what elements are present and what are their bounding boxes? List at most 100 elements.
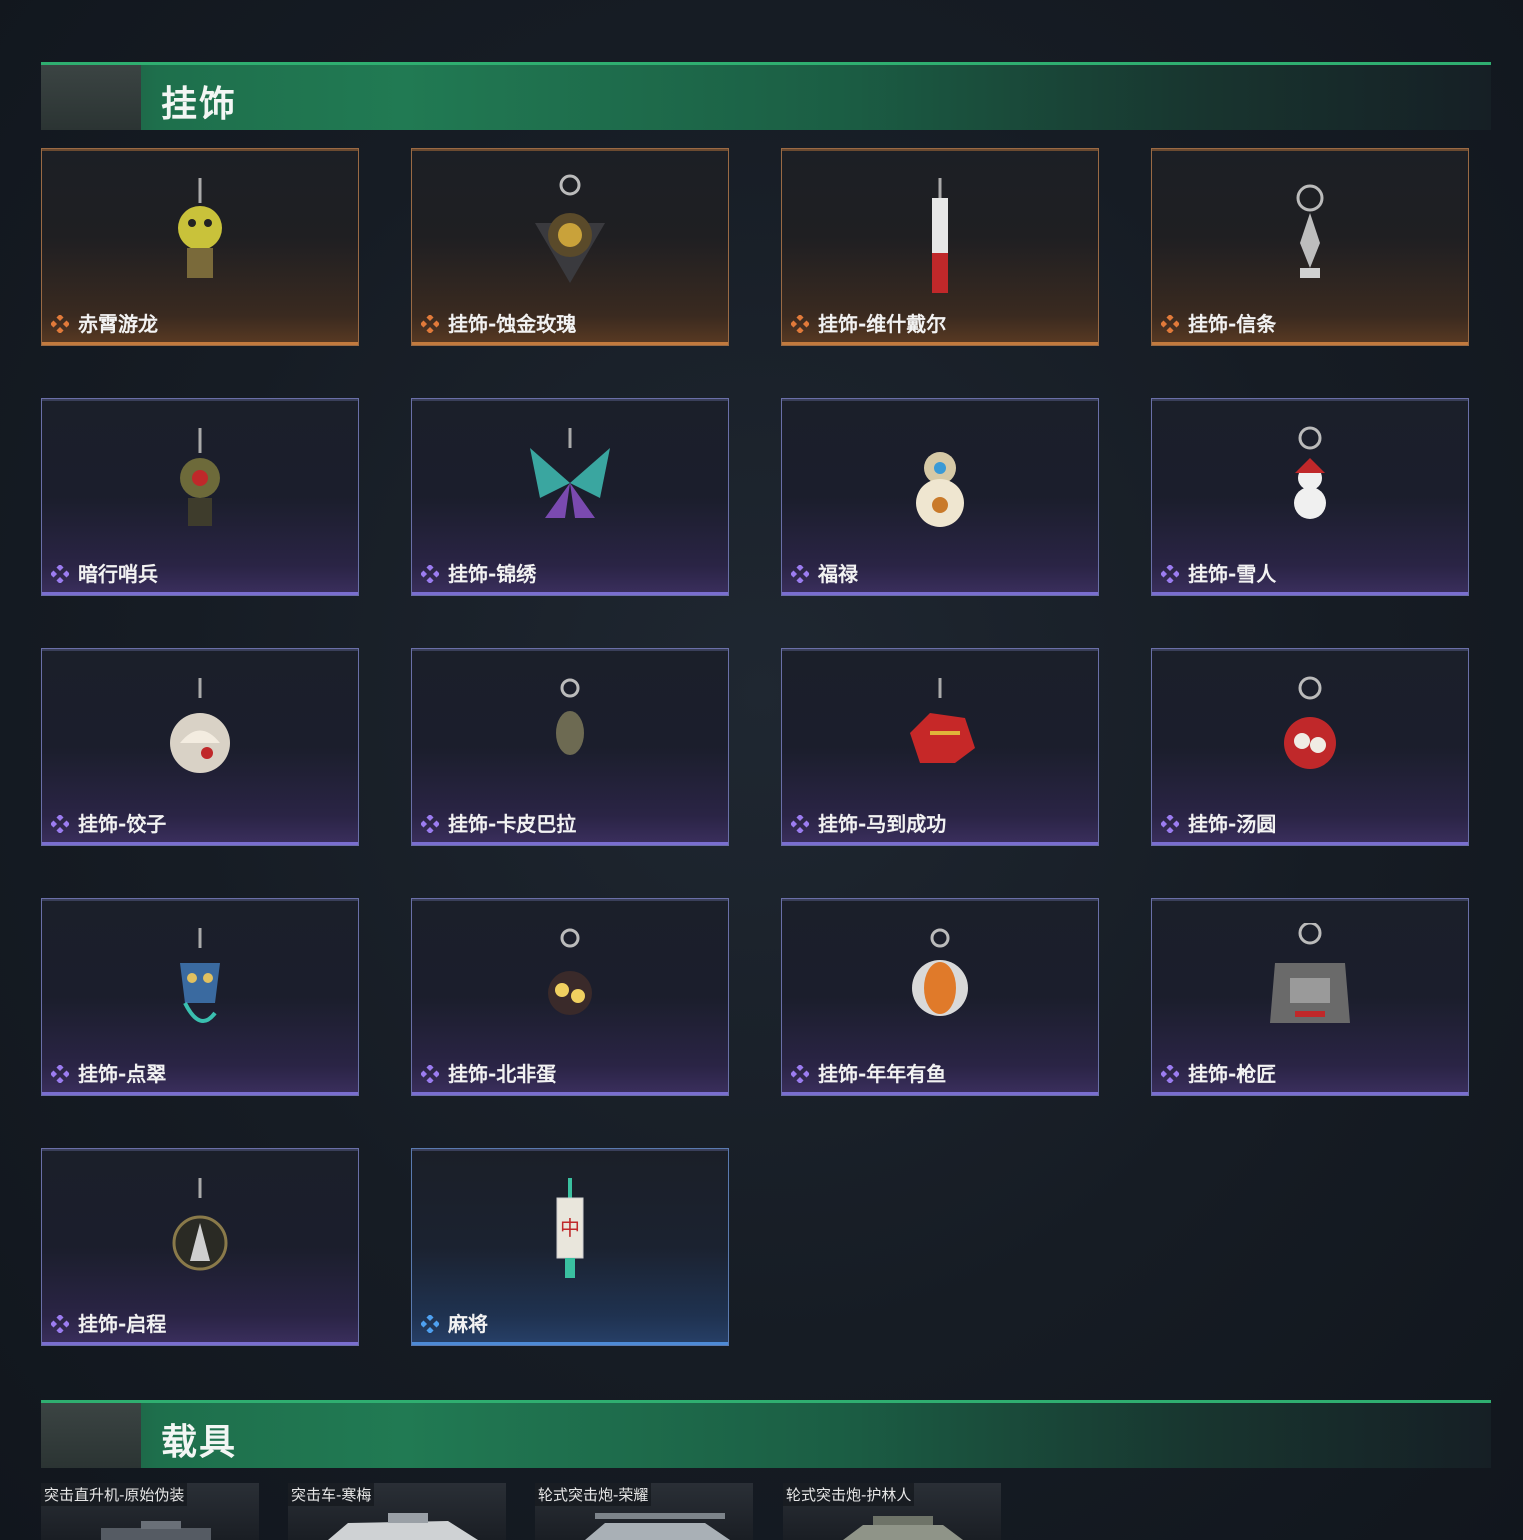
card-top-border	[1152, 649, 1468, 651]
header-lead-block	[41, 65, 141, 130]
charm-card[interactable]: 福禄	[781, 398, 1099, 596]
charm-label: 挂饰-饺子	[78, 812, 167, 836]
card-bottom-border	[412, 1342, 728, 1345]
charm-card[interactable]: 挂饰-点翠	[41, 898, 359, 1096]
snowman-charm-icon	[1294, 426, 1326, 519]
charm-label: 挂饰-维什戴尔	[818, 312, 947, 336]
mask-charm-icon	[180, 928, 220, 1023]
charm-card[interactable]: 挂饰-马到成功	[781, 648, 1099, 846]
butterfly-charm-icon	[530, 428, 610, 518]
charm-card[interactable]: 挂饰-饺子	[41, 648, 359, 846]
charm-card[interactable]: 赤霄游龙	[41, 148, 359, 346]
card-top-border	[782, 399, 1098, 401]
charms-section-header: 挂饰	[41, 62, 1491, 130]
card-top-border	[412, 899, 728, 901]
gourd-charm-icon	[916, 452, 964, 527]
capybara-charm-icon	[556, 678, 584, 755]
shakshuka-charm-icon	[548, 928, 592, 1015]
card-top-border	[782, 149, 1098, 151]
vehicle-card[interactable]: 突击车-寒梅	[288, 1483, 506, 1540]
charm-card[interactable]: 挂饰-汤圆	[1151, 648, 1469, 846]
charm-card[interactable]: 挂饰-信条	[1151, 148, 1469, 346]
rarity-diamond-icon	[51, 565, 69, 583]
charm-card[interactable]: 暗行哨兵	[41, 398, 359, 596]
card-bottom-border	[412, 842, 728, 845]
charm-label: 暗行哨兵	[78, 562, 158, 586]
card-bottom-border	[42, 1092, 358, 1095]
blade-charm-icon	[932, 178, 948, 293]
rarity-diamond-icon	[421, 565, 439, 583]
card-top-border	[42, 149, 358, 151]
card-top-border	[412, 1149, 728, 1151]
charm-card[interactable]: 挂饰-锦绣	[411, 398, 729, 596]
rarity-diamond-icon	[1161, 1065, 1179, 1083]
charm-card[interactable]: 中麻将	[411, 1148, 729, 1346]
charm-label: 挂饰-点翠	[78, 1062, 167, 1086]
card-bottom-border	[412, 342, 728, 345]
vehicle-card[interactable]: 突击直升机-原始伪装	[41, 1483, 259, 1540]
card-bottom-border	[42, 592, 358, 595]
fish-charm-icon	[912, 928, 968, 1016]
mahjong-charm-icon: 中	[556, 1178, 584, 1278]
rose-charm-icon	[535, 174, 605, 283]
vehicle-label: 轮式突击炮-荣耀	[535, 1483, 652, 1506]
card-bottom-border	[782, 1092, 1098, 1095]
vehicle-label: 突击车-寒梅	[288, 1483, 375, 1506]
dumpling-charm-icon	[170, 678, 230, 773]
card-bottom-border	[1152, 1092, 1468, 1095]
charm-label: 挂饰-马到成功	[818, 812, 947, 836]
vehicle-label: 突击直升机-原始伪装	[41, 1483, 188, 1506]
card-top-border	[782, 899, 1098, 901]
charm-card[interactable]: 挂饰-年年有鱼	[781, 898, 1099, 1096]
card-bottom-border	[782, 592, 1098, 595]
tangyuan-charm-icon	[1284, 676, 1336, 769]
charm-card[interactable]: 挂饰-雪人	[1151, 398, 1469, 596]
charm-label: 挂饰-启程	[78, 1312, 167, 1336]
rarity-diamond-icon	[1161, 565, 1179, 583]
card-top-border	[1152, 899, 1468, 901]
svg-text:中: 中	[560, 1216, 580, 1240]
charm-label: 挂饰-年年有鱼	[818, 1062, 947, 1086]
card-bottom-border	[412, 1092, 728, 1095]
card-bottom-border	[782, 842, 1098, 845]
vehicle-card[interactable]: 轮式突击炮-荣耀	[535, 1483, 753, 1540]
charm-label: 挂饰-蚀金玫瑰	[448, 312, 577, 336]
gunsmith-vest-charm-icon	[1270, 923, 1350, 1023]
charm-card[interactable]: 挂饰-枪匠	[1151, 898, 1469, 1096]
card-bottom-border	[1152, 342, 1468, 345]
rarity-diamond-icon	[51, 1065, 69, 1083]
rarity-diamond-icon	[1161, 315, 1179, 333]
card-top-border	[412, 149, 728, 151]
rarity-diamond-icon	[791, 315, 809, 333]
card-top-border	[42, 1149, 358, 1151]
card-top-border	[42, 649, 358, 651]
charm-label: 挂饰-北非蛋	[448, 1062, 557, 1086]
charm-label: 挂饰-枪匠	[1188, 1062, 1277, 1086]
charm-card[interactable]: 挂饰-卡皮巴拉	[411, 648, 729, 846]
charm-card[interactable]: 挂饰-启程	[41, 1148, 359, 1346]
vehicle-label: 轮式突击炮-护林人	[783, 1483, 915, 1506]
card-top-border	[1152, 149, 1468, 151]
horse-charm-icon	[910, 678, 975, 763]
card-bottom-border	[1152, 842, 1468, 845]
header-lead-block	[41, 1403, 141, 1468]
card-bottom-border	[1152, 592, 1468, 595]
card-top-border	[42, 399, 358, 401]
rarity-diamond-icon	[421, 1065, 439, 1083]
vehicle-card[interactable]: 轮式突击炮-护林人	[783, 1483, 1001, 1540]
charm-label: 福禄	[818, 562, 858, 586]
charms-section-title: 挂饰	[161, 84, 238, 125]
charm-card[interactable]: 挂饰-北非蛋	[411, 898, 729, 1096]
dragon-charm-icon	[178, 178, 222, 278]
card-bottom-border	[782, 342, 1098, 345]
card-top-border	[782, 649, 1098, 651]
card-top-border	[42, 899, 358, 901]
rarity-diamond-icon	[791, 815, 809, 833]
charm-card[interactable]: 挂饰-维什戴尔	[781, 148, 1099, 346]
card-bottom-border	[42, 342, 358, 345]
rarity-diamond-icon	[1161, 815, 1179, 833]
rarity-diamond-icon	[421, 815, 439, 833]
charm-card[interactable]: 挂饰-蚀金玫瑰	[411, 148, 729, 346]
card-bottom-border	[42, 842, 358, 845]
charm-label: 挂饰-锦绣	[448, 562, 537, 586]
